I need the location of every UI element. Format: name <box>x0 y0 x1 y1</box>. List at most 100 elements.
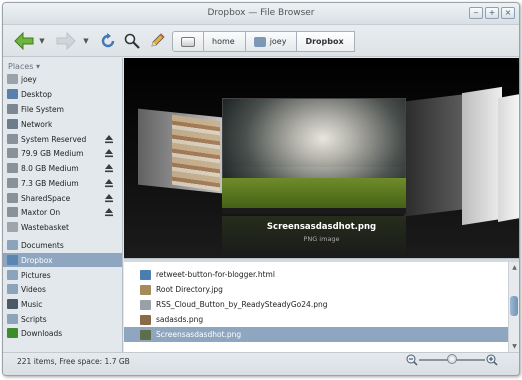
sidebar-item-label: 79.9 GB Medium <box>21 148 84 158</box>
eject-icon[interactable] <box>104 193 114 203</box>
sidebar-item-label: 8.0 GB Medium <box>21 163 79 173</box>
cover-flow-item[interactable] <box>462 86 502 226</box>
zoom-out-icon <box>406 354 418 366</box>
file-list-scrollbar[interactable]: ▲ ▼ <box>508 262 519 352</box>
sidebar-item[interactable]: Dropbox <box>3 253 122 267</box>
file-list: retweet-button-for-blogger.html Root Dire… <box>124 262 508 352</box>
sidebar-item[interactable]: 7.3 GB Medium <box>3 176 122 190</box>
sidebar-item-label: Videos <box>21 284 46 294</box>
file-row[interactable]: sadasds.png <box>124 312 508 327</box>
breadcrumb-joey[interactable]: joey <box>244 31 298 52</box>
drive-icon <box>181 36 195 47</box>
sidebar-item-label: SharedSpace <box>21 193 71 203</box>
window-controls: ‒ + × <box>469 7 515 19</box>
zoom-slider-handle[interactable] <box>447 354 457 364</box>
sidebar-item[interactable]: Videos <box>3 282 122 296</box>
breadcrumb-dropbox[interactable]: Dropbox <box>296 31 355 52</box>
home-icon <box>7 74 18 84</box>
user-folder-icon <box>253 36 266 47</box>
cover-flow-item[interactable] <box>404 94 462 217</box>
drive-icon <box>7 207 18 217</box>
sidebar-item[interactable]: Music <box>3 297 122 311</box>
places-header[interactable]: Places ▾ <box>8 62 40 71</box>
sidebar-item[interactable]: Pictures <box>3 268 122 282</box>
drive-icon <box>7 178 18 188</box>
reload-button[interactable] <box>99 31 117 51</box>
back-history-dropdown[interactable]: ▼ <box>37 31 47 51</box>
file-name: sadasds.png <box>156 315 204 324</box>
file-row[interactable]: retweet-button-for-blogger.html <box>124 267 508 282</box>
forward-history-dropdown[interactable]: ▼ <box>81 31 91 51</box>
html-file-icon <box>140 269 151 280</box>
folder-icon <box>7 314 18 324</box>
sidebar-item-label: Scripts <box>21 314 47 324</box>
scroll-down-icon[interactable]: ▼ <box>510 342 519 351</box>
sidebar-item[interactable]: Desktop <box>3 87 122 101</box>
sidebar-item[interactable]: System Reserved <box>3 132 122 146</box>
sidebar-item[interactable]: 8.0 GB Medium <box>3 161 122 175</box>
file-row[interactable]: Root Directory.jpg <box>124 282 508 297</box>
sidebar-item[interactable]: Documents <box>3 238 122 252</box>
breadcrumb-home[interactable]: home <box>203 31 246 52</box>
sidebar-item[interactable]: 79.9 GB Medium <box>3 146 122 160</box>
drive-icon <box>7 193 18 203</box>
forward-arrow-icon <box>56 32 76 50</box>
eject-icon[interactable] <box>104 178 114 188</box>
file-browser-window: Dropbox — File Browser ‒ + × ▼ ▼ home jo… <box>2 2 520 376</box>
cover-flow-preview[interactable]: Screensasdasdhot.png PNG image <box>124 58 519 258</box>
sidebar-item-label: Wastebasket <box>21 222 69 232</box>
edit-path-button[interactable] <box>148 31 166 51</box>
zoom-in-icon <box>486 354 498 366</box>
sidebar-item-label: Downloads <box>21 328 63 338</box>
zoom-out-button[interactable] <box>406 354 418 368</box>
sidebar-item-label: joey <box>21 74 37 84</box>
scroll-up-icon[interactable]: ▲ <box>510 263 519 272</box>
pencil-icon <box>151 33 165 47</box>
sidebar-item-label: 7.3 GB Medium <box>21 178 79 188</box>
folder-icon <box>7 284 18 294</box>
sidebar-item[interactable]: joey <box>3 72 122 86</box>
sidebar-item[interactable]: SharedSpace <box>3 191 122 205</box>
sidebar-item[interactable]: Scripts <box>3 312 122 326</box>
desktop-icon <box>7 89 18 99</box>
sidebar-item-label: System Reserved <box>21 134 87 144</box>
file-row[interactable]: RSS_Cloud_Button_by_ReadySteadyGo24.png <box>124 297 508 312</box>
sidebar-item-label: Network <box>21 119 53 129</box>
scrollbar-thumb[interactable] <box>510 296 518 316</box>
maximize-button[interactable]: + <box>485 7 499 19</box>
eject-icon[interactable] <box>104 207 114 217</box>
search-button[interactable] <box>123 31 141 51</box>
eject-icon[interactable] <box>104 163 114 173</box>
sidebar-item[interactable]: Maxtor On <box>3 205 122 219</box>
sidebar-item-label: File System <box>21 104 64 114</box>
back-button[interactable] <box>13 31 35 51</box>
window-title: Dropbox — File Browser <box>207 8 315 18</box>
sidebar-item[interactable]: Downloads <box>3 326 122 340</box>
filesystem-icon <box>7 104 18 114</box>
zoom-in-button[interactable] <box>486 354 498 368</box>
eject-icon[interactable] <box>104 134 114 144</box>
toolbar: ▼ ▼ home joey Dropbox <box>3 25 519 57</box>
cover-flow-item[interactable] <box>172 114 220 192</box>
cover-flow-item[interactable] <box>498 94 519 222</box>
breadcrumb: home joey Dropbox <box>172 31 355 52</box>
minimize-button[interactable]: ‒ <box>469 7 483 19</box>
title-bar[interactable]: Dropbox — File Browser ‒ + × <box>3 3 519 25</box>
search-icon <box>124 33 140 49</box>
breadcrumb-root[interactable] <box>172 31 204 52</box>
sidebar-item[interactable]: Network <box>3 117 122 131</box>
eject-icon[interactable] <box>104 148 114 158</box>
sidebar-item[interactable]: File System <box>3 102 122 116</box>
sidebar-item-label: Maxtor On <box>21 207 61 217</box>
forward-button[interactable] <box>55 31 77 51</box>
reload-icon <box>101 33 115 48</box>
sidebar-item[interactable]: Wastebasket <box>3 220 122 234</box>
back-arrow-icon <box>14 32 34 50</box>
image-file-icon <box>140 299 151 310</box>
file-row[interactable]: Screensasdasdhot.png <box>124 327 508 342</box>
trash-icon <box>7 222 18 232</box>
music-icon <box>7 299 18 309</box>
sidebar-item-label: Documents <box>21 240 64 250</box>
places-sidebar: Places ▾ joey Desktop File System Network Sy… <box>3 58 123 352</box>
close-button[interactable]: × <box>501 7 515 19</box>
